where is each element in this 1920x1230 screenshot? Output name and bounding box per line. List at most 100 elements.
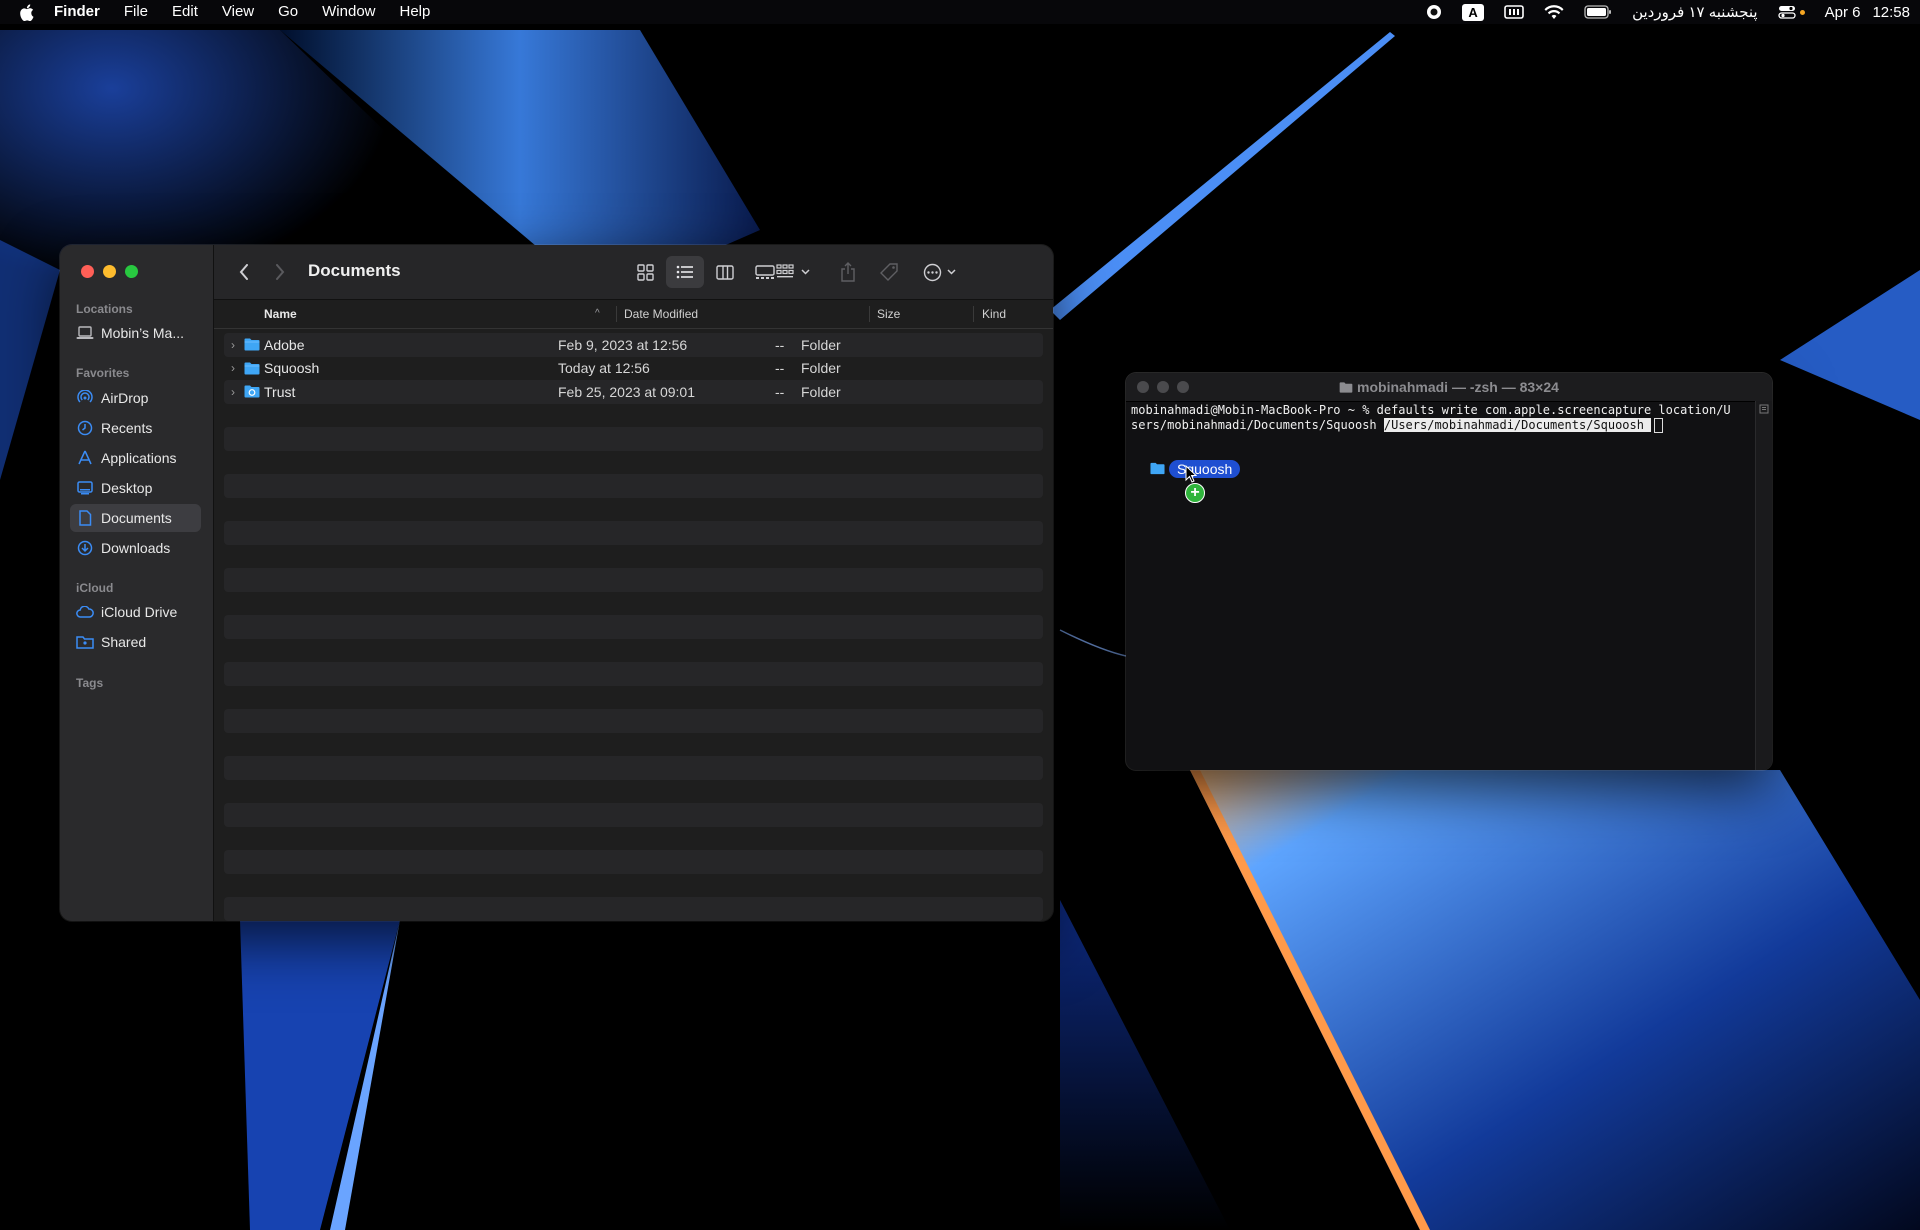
empty-row <box>224 427 1043 451</box>
file-size: -- <box>775 360 785 377</box>
laptop-icon <box>76 324 94 342</box>
sidebar-header-favorites: Favorites <box>76 366 130 380</box>
finder-sidebar: Locations Mobin’s Ma... Favorites AirDro… <box>60 245 214 921</box>
wifi-icon[interactable] <box>1544 0 1564 24</box>
tag-button[interactable] <box>877 260 901 284</box>
file-name: Trust <box>264 383 296 400</box>
disclosure-chevron-icon[interactable]: › <box>231 361 241 375</box>
list-view-button[interactable] <box>666 256 704 288</box>
chevron-down-icon <box>946 269 956 275</box>
icon-view-button[interactable] <box>626 256 664 288</box>
control-center-icon[interactable] <box>1777 0 1805 24</box>
finder-window: Locations Mobin’s Ma... Favorites AirDro… <box>60 245 1053 921</box>
sidebar-item-downloads[interactable]: Downloads <box>70 534 201 562</box>
notification-dot-icon <box>1799 9 1805 15</box>
file-size: -- <box>775 383 785 400</box>
clock-icon <box>76 419 94 437</box>
menu-app-finder[interactable]: Finder <box>52 0 112 24</box>
sidebar-item-recents[interactable]: Recents <box>70 414 201 442</box>
folder-icon <box>244 338 260 354</box>
columns-icon <box>716 264 734 280</box>
table-row[interactable]: › Trust Feb 25, 2023 at 09:01 -- Folder <box>224 380 1043 404</box>
list-column-header: Name ^ Date Modified Size Kind <box>214 300 1053 329</box>
sidebar-item-label: Mobin’s Ma... <box>101 325 184 341</box>
share-button[interactable] <box>838 260 858 284</box>
sort-ascending-icon: ^ <box>595 308 600 319</box>
empty-row <box>224 474 1043 498</box>
apple-menu-icon[interactable] <box>0 3 52 21</box>
sidebar-item-label: Documents <box>101 510 172 526</box>
menu-view[interactable]: View <box>210 0 266 24</box>
file-date: Today at 12:56 <box>558 360 650 377</box>
terminal-output[interactable]: mobinahmadi@Mobin-MacBook-Pro ~ % defaul… <box>1131 403 1754 770</box>
sidebar-item-icloud-drive[interactable]: iCloud Drive <box>70 598 201 626</box>
menu-window[interactable]: Window <box>310 0 387 24</box>
column-divider[interactable] <box>869 306 870 322</box>
menubar-time[interactable]: 12:58 <box>1872 4 1910 21</box>
input-source-icon[interactable]: A <box>1462 0 1485 24</box>
gallery-icon <box>755 264 775 279</box>
share-icon <box>841 262 855 282</box>
sidebar-item-documents[interactable]: Documents <box>70 504 201 532</box>
menu-file[interactable]: File <box>112 0 160 24</box>
table-row[interactable]: › Adobe Feb 9, 2023 at 12:56 -- Folder <box>224 333 1043 357</box>
forward-button[interactable] <box>270 260 290 284</box>
grid-icon <box>636 263 654 281</box>
sidebar-header-icloud: iCloud <box>76 581 114 595</box>
sidebar-item-desktop[interactable]: Desktop <box>70 474 201 502</box>
group-icon <box>776 264 794 278</box>
column-header-size[interactable]: Size <box>877 300 900 328</box>
close-button[interactable] <box>81 265 94 278</box>
input-source-label: A <box>1462 3 1485 21</box>
menu-edit[interactable]: Edit <box>160 0 210 24</box>
disclosure-chevron-icon[interactable]: › <box>231 338 241 352</box>
file-name: Squoosh <box>264 360 320 377</box>
menu-go[interactable]: Go <box>266 0 310 24</box>
file-date: Feb 9, 2023 at 12:56 <box>558 336 688 353</box>
column-view-button[interactable] <box>706 256 744 288</box>
sidebar-item-label: Applications <box>101 450 177 466</box>
selected-path-text: /Users/mobinahmadi/Documents/Squoosh <box>1383 418 1652 432</box>
sidebar-item-applications[interactable]: Applications <box>70 444 201 472</box>
battery-icon[interactable] <box>1584 0 1612 24</box>
persian-date[interactable]: پنجشنبه ۱۷ فروردین <box>1632 3 1758 21</box>
folder-icon <box>244 362 260 378</box>
column-header-kind[interactable]: Kind <box>982 300 1006 328</box>
table-row[interactable]: › Squoosh Today at 12:56 -- Folder <box>224 357 1043 381</box>
sidebar-item-shared[interactable]: Shared <box>70 628 201 656</box>
sidebar-item-macbook[interactable]: Mobin’s Ma... <box>70 319 201 347</box>
back-button[interactable] <box>234 260 254 284</box>
sidebar-item-label: Shared <box>101 634 147 650</box>
column-divider[interactable] <box>616 306 617 322</box>
minimize-button[interactable] <box>103 265 116 278</box>
chevron-down-icon <box>801 269 810 275</box>
sidebar-item-label: AirDrop <box>101 390 149 406</box>
zoom-button[interactable] <box>125 265 138 278</box>
column-divider[interactable] <box>973 306 974 322</box>
terminal-titlebar: mobinahmadi — -zsh — 83×24 <box>1126 373 1772 402</box>
sidebar-item-airdrop[interactable]: AirDrop <box>70 384 201 412</box>
group-by-button[interactable] <box>773 260 813 284</box>
folder-icon <box>1339 382 1353 393</box>
menubar-date[interactable]: Apr 6 <box>1825 4 1861 21</box>
window-controls <box>81 265 138 278</box>
column-header-name[interactable]: Name <box>264 300 297 328</box>
empty-row <box>224 568 1043 592</box>
empty-row <box>224 521 1043 545</box>
drag-item-label: Squoosh <box>1169 460 1241 478</box>
empty-row <box>224 850 1043 874</box>
column-header-date[interactable]: Date Modified <box>624 300 698 328</box>
file-kind: Folder <box>801 360 841 377</box>
disclosure-chevron-icon[interactable]: › <box>231 385 241 399</box>
memory-icon[interactable] <box>1504 0 1524 24</box>
tag-icon <box>880 263 898 281</box>
sidebar-item-label: Recents <box>101 420 153 436</box>
window-title: Documents <box>308 261 401 280</box>
screen-record-icon[interactable] <box>1426 0 1442 24</box>
more-actions-button[interactable] <box>919 260 959 284</box>
copy-plus-icon: + <box>1185 483 1205 503</box>
menu-help[interactable]: Help <box>388 0 443 24</box>
terminal-scrollbar[interactable] <box>1755 401 1772 770</box>
terminal-text: sers/mobinahmadi/Documents/Squoosh <box>1131 418 1384 432</box>
menu-bar: Finder File Edit View Go Window Help A پ… <box>0 0 1920 24</box>
